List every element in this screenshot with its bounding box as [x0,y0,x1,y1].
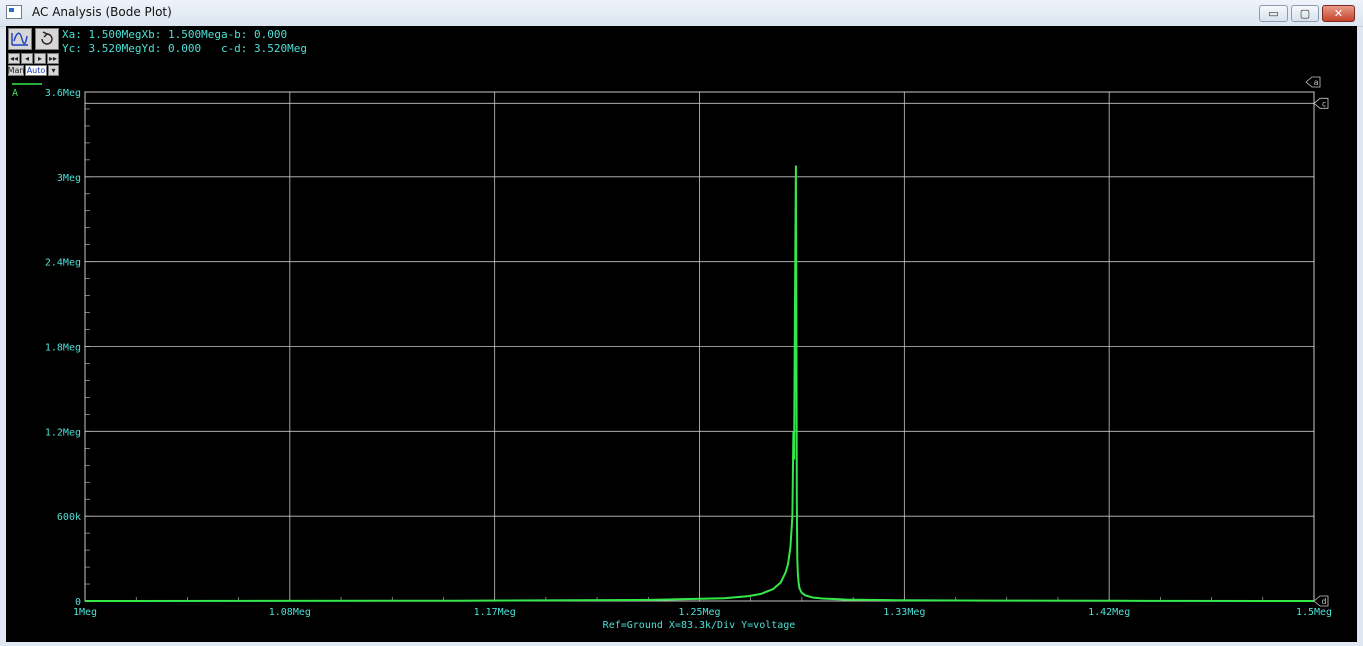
cursor-c-marker-label: c [1322,99,1327,108]
y-tick-label: 3.6Meg [45,88,81,99]
y-tick-label: 3Meg [57,173,81,184]
y-tick-label: 0 [75,597,81,608]
manual-scale-button[interactable]: Man [8,65,24,76]
plot-footer: Ref=Ground X=83.3k/Div Y=voltage [603,620,796,631]
plot-panel: 1Meg 1.08Meg 1.17Meg 1.25Meg 1.33Meg 1.42Meg 1… [6,26,1357,642]
step-last-button[interactable]: ▸▸ [47,53,59,64]
back-icon: ◂ [24,53,29,63]
x-tick-label: 1.08Meg [269,607,311,618]
x-tick-label: 1Meg [73,607,97,618]
y-tick-label: 600k [57,512,81,523]
bode-plot[interactable]: 1Meg 1.08Meg 1.17Meg 1.25Meg 1.33Meg 1.42Meg 1… [6,26,1357,642]
step-back-button[interactable]: ◂ [21,53,33,64]
y-tick-label: 1.8Meg [45,343,81,354]
x-tick-label: 1.5Meg [1296,607,1332,618]
refresh-icon [41,31,53,45]
trace-label: A [12,88,18,99]
last-icon: ▸▸ [48,53,58,63]
x-tick-label: 1.25Meg [678,607,720,618]
scale-dropdown-button[interactable]: ▾ [48,65,59,76]
maximize-button[interactable]: ▢ [1291,5,1319,22]
cursor-readout-2: Yc: 3.520MegYd: 0.000 c-d: 3.520Meg [62,42,308,55]
x-tick-label: 1.17Meg [474,607,516,618]
waveform-tool-button[interactable] [8,28,32,50]
window-icon [6,5,22,19]
waveform-icon [11,32,28,46]
step-first-button[interactable]: ◂◂ [8,53,20,64]
y-tick-label: 1.2Meg [45,427,81,438]
cursor-d-marker-label: d [1322,597,1327,606]
forward-icon: ▸ [37,53,42,63]
first-icon: ◂◂ [9,53,19,63]
y-tick-label: 2.4Meg [45,258,81,269]
x-tick-label: 1.42Meg [1088,607,1130,618]
refresh-button[interactable] [35,28,59,50]
minimize-button[interactable]: ▭ [1259,5,1288,22]
title-bar: AC Analysis (Bode Plot) ▭ ▢ ✕ [0,0,1363,27]
close-button[interactable]: ✕ [1322,5,1355,22]
window-title: AC Analysis (Bode Plot) [32,5,172,19]
x-tick-label: 1.33Meg [883,607,925,618]
chevron-down-icon: ▾ [51,65,56,75]
cursor-readout-1: Xa: 1.500MegXb: 1.500Mega-b: 0.000 [62,28,288,41]
step-forward-button[interactable]: ▸ [34,53,46,64]
cursor-a-marker-label: a [1314,78,1319,87]
auto-scale-button[interactable]: Auto [25,65,47,76]
